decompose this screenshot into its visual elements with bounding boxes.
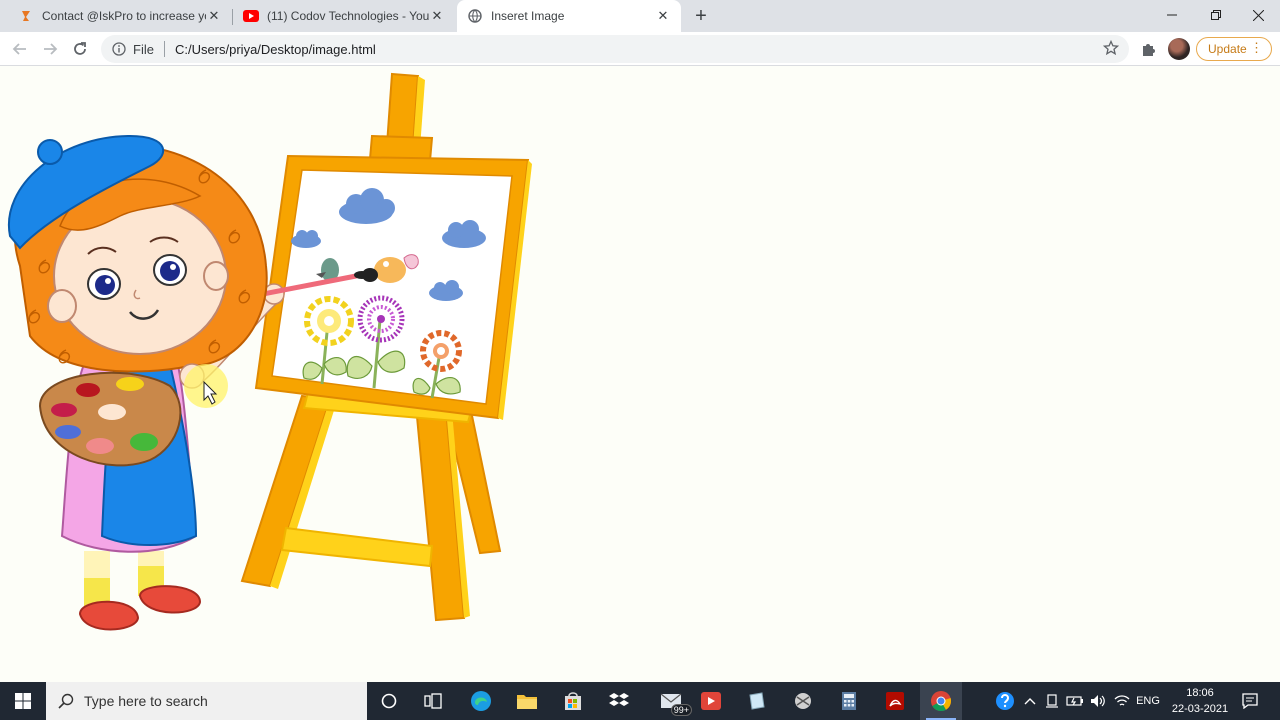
action-center-icon xyxy=(1242,693,1258,709)
device-icon xyxy=(1046,694,1058,708)
close-tab-icon[interactable]: ✕ xyxy=(429,8,445,24)
taskbar-notes[interactable] xyxy=(736,682,778,720)
taskbar-chrome[interactable] xyxy=(920,682,962,720)
mail-count-badge: 99+ xyxy=(670,704,692,716)
battery-charging-icon xyxy=(1066,696,1083,706)
clock-time: 18:06 xyxy=(1186,687,1214,699)
scheme-label: File xyxy=(133,41,154,57)
taskbar-search-box[interactable]: Type here to search xyxy=(46,682,367,720)
extensions-puzzle-icon[interactable] xyxy=(1140,40,1158,58)
reload-icon xyxy=(74,42,86,55)
pdf-icon xyxy=(886,692,904,710)
tab-title: Inseret Image xyxy=(491,9,565,23)
folder-icon xyxy=(517,695,537,709)
forward-button[interactable] xyxy=(38,37,62,61)
tray-device[interactable] xyxy=(1042,682,1062,720)
update-button[interactable]: Update ⋮ xyxy=(1196,37,1272,61)
address-divider xyxy=(163,41,165,57)
close-window-button[interactable] xyxy=(1236,0,1280,30)
help-question-icon xyxy=(996,692,1014,710)
wifi-icon xyxy=(1114,695,1130,706)
iskpro-icon xyxy=(18,8,34,24)
arrow-left-icon xyxy=(12,43,26,55)
minimize-icon xyxy=(1167,14,1177,16)
update-label: Update xyxy=(1208,42,1247,56)
taskbar-file-explorer[interactable] xyxy=(506,682,548,720)
tab-title: Contact @IskPro to increase you xyxy=(42,9,206,23)
tray-help[interactable] xyxy=(990,682,1020,720)
dropbox-icon xyxy=(609,693,629,706)
windows-logo-icon xyxy=(15,693,31,709)
tab-strip: Contact @IskPro to increase you ✕ (11) C… xyxy=(0,0,1280,32)
page-viewport xyxy=(0,66,1280,682)
address-bar[interactable]: File C:/Users/priya/Desktop/image.html xyxy=(101,35,1129,63)
tab-inseret-image[interactable]: Inseret Image ✕ xyxy=(457,0,681,32)
search-placeholder: Type here to search xyxy=(84,693,208,709)
edge-icon xyxy=(471,691,491,711)
url-text[interactable]: C:/Users/priya/Desktop/image.html xyxy=(175,42,376,57)
easel xyxy=(240,72,532,622)
tray-volume[interactable] xyxy=(1088,682,1108,720)
volume-icon xyxy=(1091,695,1105,707)
mouse-cursor xyxy=(184,364,228,408)
browser-toolbar: File C:/Users/priya/Desktop/image.html U… xyxy=(0,32,1280,66)
close-icon xyxy=(1252,9,1264,21)
tray-wifi[interactable] xyxy=(1112,682,1132,720)
cortana-circle-icon xyxy=(381,693,397,709)
calculator-icon xyxy=(842,692,856,710)
snipping-icon xyxy=(795,693,811,709)
cortana-button[interactable] xyxy=(368,682,410,720)
tray-language[interactable]: ENG xyxy=(1134,682,1162,720)
new-tab-button[interactable]: + xyxy=(690,5,712,27)
tab-youtube[interactable]: (11) Codov Technologies - YouTu ✕ xyxy=(233,0,455,32)
info-icon[interactable] xyxy=(111,41,127,57)
tray-clock[interactable]: 18:06 22-03-2021 xyxy=(1165,685,1235,717)
girl-painting-illustration xyxy=(7,72,532,631)
tray-notifications[interactable] xyxy=(1238,682,1262,720)
tab-title: (11) Codov Technologies - YouTu xyxy=(267,9,429,23)
globe-icon xyxy=(467,8,483,24)
minimize-button[interactable] xyxy=(1150,0,1194,30)
arrow-right-icon xyxy=(44,43,58,55)
recorder-icon xyxy=(701,692,721,710)
taskbar-mail[interactable]: 99+ xyxy=(648,682,694,720)
windows-taskbar: Type here to search 99+ ENG 18:06 22-03-… xyxy=(0,682,1280,720)
close-tab-icon[interactable]: ✕ xyxy=(206,8,222,24)
chevron-up-icon xyxy=(1024,698,1036,705)
taskbar-dropbox[interactable] xyxy=(598,682,640,720)
start-button[interactable] xyxy=(0,682,46,720)
chrome-icon xyxy=(931,691,952,712)
restore-button[interactable] xyxy=(1194,0,1238,30)
notes-icon xyxy=(749,692,765,710)
tab-contact[interactable]: Contact @IskPro to increase you ✕ xyxy=(0,0,232,32)
youtube-icon xyxy=(243,8,259,24)
tray-battery[interactable] xyxy=(1064,682,1086,720)
close-tab-icon[interactable]: ✕ xyxy=(655,8,671,24)
tray-show-hidden[interactable] xyxy=(1020,682,1040,720)
taskbar-acrobat[interactable] xyxy=(874,682,916,720)
clock-date: 22-03-2021 xyxy=(1171,703,1229,715)
store-bag-icon xyxy=(565,692,581,710)
reload-button[interactable] xyxy=(68,37,92,61)
more-menu-icon[interactable]: ⋮ xyxy=(1250,41,1263,55)
taskbar-snipping-tool[interactable] xyxy=(782,682,824,720)
profile-avatar[interactable] xyxy=(1168,38,1190,60)
back-button[interactable] xyxy=(8,37,32,61)
task-view-icon xyxy=(424,693,442,709)
task-view-button[interactable] xyxy=(412,682,454,720)
taskbar-edge[interactable] xyxy=(460,682,502,720)
bookmark-star-icon[interactable] xyxy=(1102,39,1120,59)
taskbar-screen-recorder[interactable] xyxy=(690,682,732,720)
restore-icon xyxy=(1211,10,1221,20)
search-icon xyxy=(58,693,74,709)
taskbar-store[interactable] xyxy=(552,682,594,720)
taskbar-calculator[interactable] xyxy=(828,682,870,720)
